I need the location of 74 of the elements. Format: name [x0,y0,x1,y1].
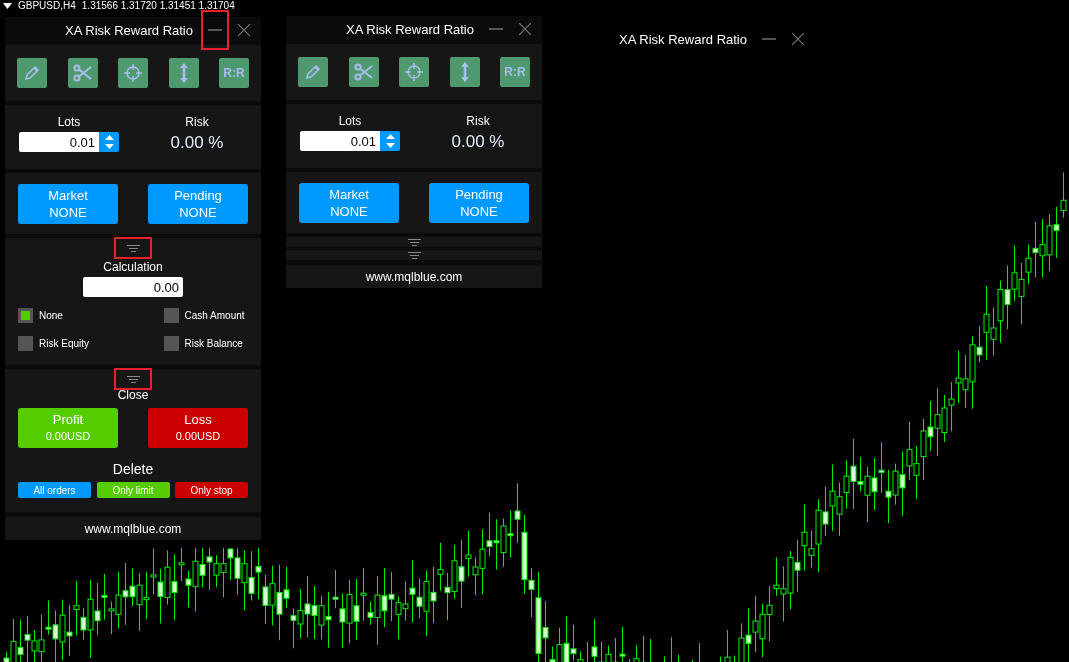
chart-symbol: GBPUSD,H4 [18,0,76,11]
candlestick [692,659,693,662]
collapse-toggle-icon [407,251,421,259]
candlestick [664,656,665,662]
checkbox[interactable] [18,308,33,323]
calculation-option[interactable]: Risk Equity [18,336,134,351]
risk-label: Risk [466,114,490,128]
up-down-arrows-icon [104,135,114,149]
checkbox[interactable] [18,336,33,351]
close-icon [792,33,804,45]
order-button[interactable]: Market NONE [18,183,118,224]
delete-orders-button[interactable]: Only stop [175,482,248,498]
lots-input[interactable]: 0.01 [300,131,380,151]
scissors-icon [353,63,374,81]
up-down-arrows-icon [385,134,395,148]
window-title: XA Risk Reward Ratio [65,22,193,38]
calculation-option[interactable]: Cash Amount [163,308,249,323]
pencil-icon [304,63,322,81]
calculation-option[interactable]: None [18,308,134,323]
tool-button[interactable] [67,58,98,88]
minimize-icon [489,28,503,30]
section-toggle-button[interactable] [116,239,150,257]
pencil-icon [23,64,41,82]
crosshair-icon [123,63,143,83]
minimize-icon [762,38,776,40]
close-icon [238,24,250,36]
delete-orders-button[interactable]: All orders [18,482,91,498]
risk-value: 0.00 % [451,132,505,152]
collapse-toggle-icon [126,375,140,383]
spinner-button[interactable] [380,131,400,151]
dropdown-arrow-icon[interactable] [3,2,12,9]
candlestick [699,642,700,662]
collapse-toggle-icon [126,244,140,252]
close-icon [519,23,531,35]
candlestick [587,641,588,662]
candlestick [720,656,721,662]
order-button[interactable]: Pending NONE [148,183,248,224]
vertical-arrow-icon [178,62,189,84]
candlestick [629,658,630,662]
collapse-toggle-icon [407,238,421,246]
lots-input[interactable]: 0.01 [19,132,99,152]
checkbox[interactable] [163,336,179,351]
calculation-option[interactable]: Risk Balance [163,336,249,351]
website-link[interactable]: www.mqlblue.com [286,265,542,288]
window-title: XA Risk Reward Ratio [346,21,474,37]
order-button[interactable]: Pending NONE [429,182,529,223]
chart-prices: 1.31566 1.31720 1.31451 1.31704 [81,0,235,11]
close-position-button[interactable]: Loss 0.00USD [148,408,248,448]
calculation-input[interactable]: 0.00 [83,277,183,297]
window-title: XA Risk Reward Ratio [619,31,747,47]
calculation-label: Calculation [102,260,164,274]
candlestick [678,654,679,662]
risk-value: 0.00 % [170,133,224,153]
minimize-button[interactable] [201,10,229,50]
spinner-button[interactable] [99,132,119,152]
crosshair-icon [404,62,424,82]
order-button[interactable]: Market NONE [299,182,399,223]
candlestick [734,655,735,662]
tool-button[interactable] [168,58,199,88]
lots-label: Lots [57,115,81,129]
section-toggle-button[interactable] [116,370,150,388]
vertical-arrow-icon [459,61,470,83]
candlestick [671,636,672,662]
delete-label: Delete [111,461,155,477]
minimize-icon [208,29,222,31]
checkbox[interactable] [163,308,179,323]
scissors-icon [72,64,93,82]
lots-label: Lots [338,114,362,128]
tool-button[interactable] [348,57,379,87]
tool-button[interactable] [449,57,480,87]
close-label: Close [116,388,150,402]
risk-label: Risk [185,115,209,129]
candlestick [650,638,651,662]
website-link[interactable]: www.mqlblue.com [5,517,261,540]
